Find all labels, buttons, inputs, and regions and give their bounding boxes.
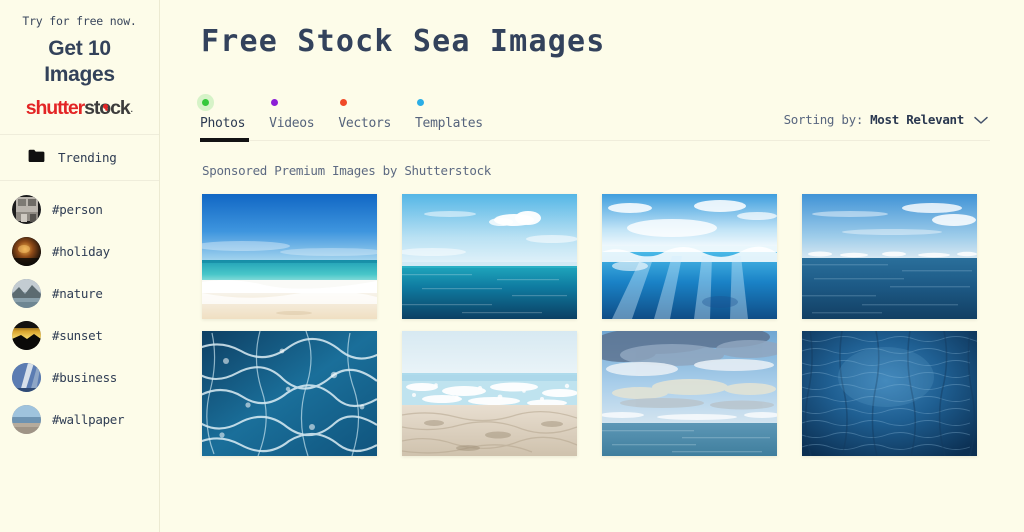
logo-text-shutter: shutter [25,96,85,119]
sidebar-item-label: #nature [52,285,103,301]
tab-label: Vectors [338,116,392,131]
tab-label: Videos [269,116,315,131]
sponsored-note: Sponsored Premium Images by Shutterstock [202,163,492,178]
sidebar-item-label: #person [52,201,103,217]
sorting-label: Sorting by: [783,112,864,127]
tab-photos[interactable]: Photos [200,99,249,142]
sidebar-item-nature[interactable]: #nature [0,272,159,314]
image-card[interactable] [802,194,977,319]
shutterstock-logo: shutter st o ck · [10,96,149,119]
beach-turquoise-image [202,194,377,319]
tab-list: Photos Videos Vectors Templates [200,99,507,142]
tab-bar: Photos Videos Vectors Templates Sorting … [200,87,990,142]
sunset-thumbnail [12,320,41,350]
chevron-down-icon [974,110,988,129]
promo-kicker: Try for free now. [22,14,137,28]
tab-vectors[interactable]: Vectors [338,99,391,140]
sidebar-trending-label: Trending [58,150,117,166]
tab-dot-icon [271,99,279,106]
dusk-clouds-sea-image [602,331,777,456]
wallpaper-thumbnail [12,404,41,434]
sidebar-item-person[interactable]: #person [0,188,159,230]
logo-text-st: st [84,96,100,119]
nature-thumbnail [12,278,41,308]
main-content: Free Stock Sea Images Photos Videos Vect… [160,0,1024,532]
logo-trademark-mark: · [130,106,134,116]
image-card[interactable] [602,194,777,319]
sidebar-tag-list: #person #holiday #nature #sunset #busine… [0,181,159,440]
image-card[interactable] [202,331,377,456]
logo-text-ck: ck [110,96,131,119]
tab-videos[interactable]: Videos [269,99,315,140]
sidebar-item-sunset[interactable]: #sunset [0,314,159,356]
logo-letter-o: o [99,96,111,119]
person-thumbnail [12,194,41,224]
sidebar-section-trending[interactable]: Trending [0,135,159,182]
image-card[interactable] [602,331,777,456]
promo-banner[interactable]: Try for free now. Get 10 Images shutter s… [0,0,159,136]
image-grid [200,194,1024,456]
business-thumbnail [12,362,41,392]
image-card[interactable] [402,331,577,456]
sidebar-item-label: #sunset [52,327,103,343]
foam-texture-image [202,331,377,456]
tab-dot-icon [417,99,425,106]
image-card[interactable] [202,194,377,319]
ocean-horizon-image [802,194,977,319]
sidebar-item-label: #holiday [52,243,110,259]
image-card[interactable] [802,331,977,456]
tab-dot-icon [340,99,348,106]
app-root: Try for free now. Get 10 Images shutter s… [0,0,1024,532]
open-sea-clouds-image [402,194,577,319]
tab-label: Photos [200,116,246,131]
sorting-dropdown[interactable]: Sorting by: Most Relevant [784,110,990,140]
rippled-water-image [802,331,977,456]
sidebar-item-holiday[interactable]: #holiday [0,230,159,272]
tab-dot-icon [202,99,209,106]
sidebar: Try for free now. Get 10 Images shutter s… [0,0,160,532]
sidebar-item-business[interactable]: #business [0,356,159,398]
sorting-value: Most Relevant [870,112,964,127]
underwater-rays-image [602,194,777,319]
sidebar-item-label: #wallpaper [52,411,125,427]
promo-headline-line-2: Images [44,63,115,87]
sparkling-shore-image [402,331,577,456]
sidebar-item-label: #business [52,369,118,385]
folder-icon [28,148,45,167]
promo-headline-line-1: Get 10 [48,37,111,60]
active-tab-underline [200,137,249,142]
tab-label: Templates [415,116,483,131]
holiday-thumbnail [12,236,41,266]
image-card[interactable] [402,194,577,319]
page-title: Free Stock Sea Images [201,24,606,59]
sidebar-item-wallpaper[interactable]: #wallpaper [0,398,159,440]
tab-templates[interactable]: Templates [415,99,483,140]
